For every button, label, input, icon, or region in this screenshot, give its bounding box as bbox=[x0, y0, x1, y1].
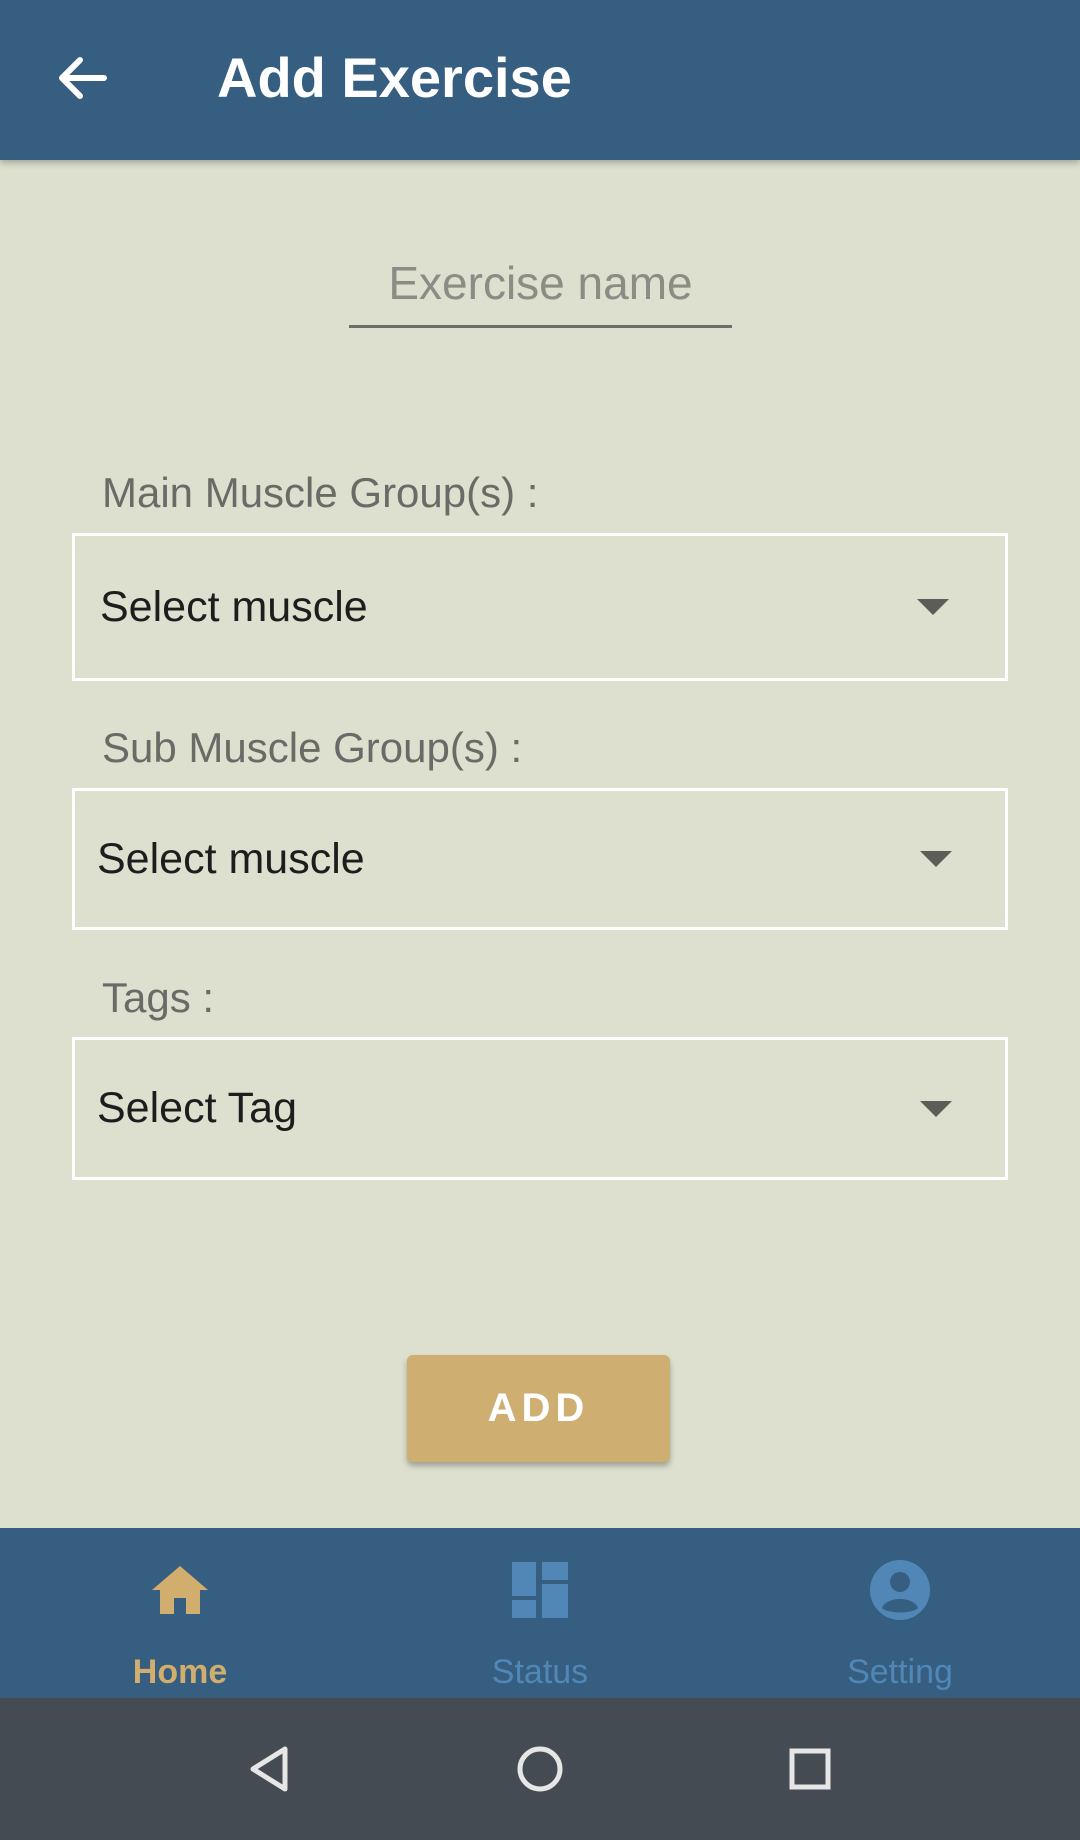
main-muscle-label: Main Muscle Group(s) : bbox=[102, 469, 539, 516]
chevron-down-icon bbox=[920, 851, 952, 867]
system-home-button[interactable] bbox=[505, 1734, 575, 1804]
chevron-down-icon bbox=[920, 1100, 952, 1117]
app-screen: Add Exercise Main Muscle Group(s) : Sele… bbox=[0, 0, 1080, 1840]
system-back-button[interactable] bbox=[235, 1734, 305, 1804]
chevron-down-icon bbox=[917, 599, 949, 615]
nav-label-home: Home bbox=[132, 1653, 228, 1691]
sub-muscle-select[interactable]: Select muscle bbox=[72, 788, 1008, 930]
back-triangle-icon bbox=[250, 1746, 288, 1792]
tags-select[interactable]: Select Tag bbox=[72, 1037, 1008, 1180]
system-recents-button[interactable] bbox=[775, 1734, 845, 1804]
home-icon bbox=[148, 1558, 212, 1622]
nav-item-home[interactable]: Home bbox=[0, 1528, 360, 1698]
nav-label-setting: Setting bbox=[847, 1653, 953, 1691]
nav-label-status: Status bbox=[491, 1653, 589, 1691]
bottom-navigation: Home Status Setting bbox=[0, 1528, 1080, 1698]
dashboard-icon bbox=[508, 1558, 572, 1622]
tags-label: Tags : bbox=[102, 974, 215, 1021]
main-muscle-select[interactable]: Select muscle bbox=[72, 533, 1008, 681]
home-circle-icon bbox=[517, 1746, 563, 1792]
back-button[interactable] bbox=[40, 36, 124, 120]
recents-square-icon bbox=[789, 1748, 831, 1790]
exercise-name-input[interactable] bbox=[349, 248, 732, 318]
sub-muscle-label: Sub Muscle Group(s) : bbox=[102, 724, 523, 771]
nav-item-setting[interactable]: Setting bbox=[720, 1528, 1080, 1698]
page-title: Add Exercise bbox=[217, 46, 572, 109]
app-bar: Add Exercise bbox=[0, 0, 1080, 160]
main-muscle-select-value: Select muscle bbox=[100, 582, 368, 631]
account-icon bbox=[868, 1558, 932, 1622]
add-button[interactable]: ADD bbox=[407, 1355, 670, 1462]
arrow-left-icon bbox=[59, 57, 107, 99]
exercise-name-field-wrapper bbox=[349, 248, 732, 328]
sub-muscle-select-value: Select muscle bbox=[97, 834, 365, 883]
system-navigation-bar bbox=[0, 1698, 1080, 1840]
nav-item-status[interactable]: Status bbox=[360, 1528, 720, 1698]
tags-select-value: Select Tag bbox=[97, 1084, 298, 1132]
